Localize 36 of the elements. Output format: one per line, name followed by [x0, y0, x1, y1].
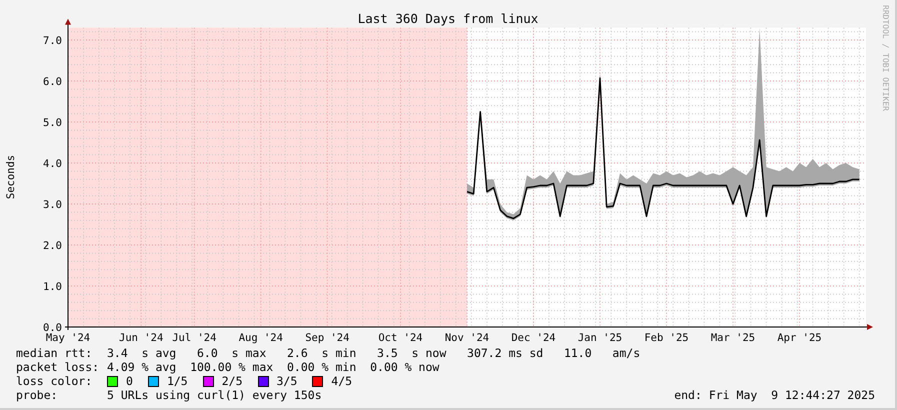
chart-title: Last 360 Days from linux [358, 11, 538, 26]
axis-label: Dec '24 [511, 332, 556, 344]
axis-label: Nov '24 [444, 332, 490, 344]
axis-label: 6.0 [43, 76, 62, 88]
legend-text: 4/5 [331, 374, 352, 388]
legend-label: probe: [16, 388, 59, 402]
axis-title: Seconds [5, 154, 17, 200]
axis-label: 5.0 [43, 117, 62, 129]
axis-label: 2.0 [43, 240, 62, 252]
axis-label: 7.0 [43, 35, 62, 47]
axis-label: Apr '25 [777, 332, 822, 344]
axis-label: 0.0 [43, 322, 62, 334]
legend-text: 3.4 s avg 6.0 s max 2.6 s min 3.5 s now 307.2 ms sd 11.0 am/s [107, 346, 642, 360]
legend-text: 4.09 % avg 100.00 % max 0.00 % min 0.00 % now [107, 360, 440, 374]
axis-label: 3.0 [43, 199, 62, 211]
legend-text: 1/5 [166, 374, 188, 388]
axis-label: Oct '24 [378, 332, 423, 344]
legend-label: packet loss: [16, 360, 100, 374]
credit-text: RRDTOOL / TOBI OETIKER [881, 5, 890, 111]
legend-text: 5 URLs using curl(1) every 150s [107, 388, 322, 402]
axis-label: Jan '25 [578, 332, 622, 344]
legend-text: 2/5 [222, 374, 242, 388]
axis-label: Sep '24 [305, 332, 350, 344]
axis-label: Jul '24 [172, 332, 216, 344]
axis-label: 4.0 [43, 158, 62, 170]
axis-label: Mar '25 [710, 332, 756, 344]
axis-label: Feb '25 [644, 332, 689, 344]
legend-text: 0 [126, 374, 133, 388]
end-time: end: Fri May 9 12:44:27 2025 [674, 388, 875, 402]
axis-label: May '24 [46, 332, 90, 344]
legend-label: loss color: [16, 374, 94, 388]
axis-label: Aug '24 [238, 332, 283, 344]
legend-label: median rtt: [16, 346, 94, 360]
axis-label: 1.0 [43, 281, 62, 293]
legend-text: 3/5 [276, 374, 298, 388]
axis-label: Jun '24 [119, 332, 164, 344]
